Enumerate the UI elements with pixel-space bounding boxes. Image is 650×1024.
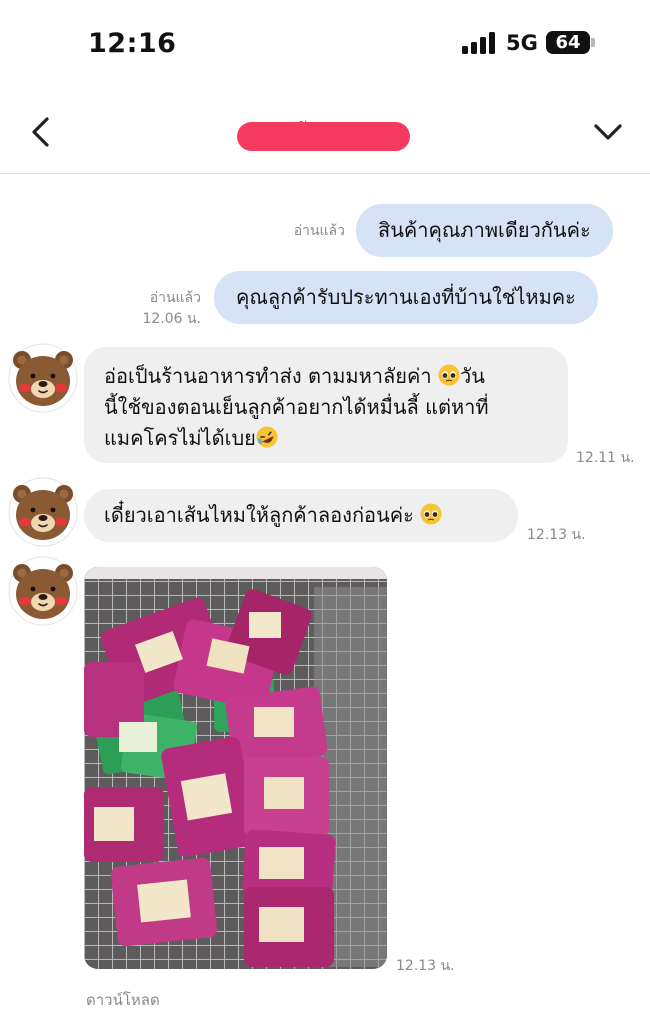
chevron-down-icon — [594, 124, 622, 140]
avatar[interactable] — [8, 556, 78, 626]
message-image[interactable] — [84, 567, 387, 969]
read-receipt: อ่านแล้ว — [293, 223, 345, 239]
chat-menu-button[interactable] — [586, 112, 630, 152]
message-time: 12.13 น. — [527, 527, 586, 543]
message-bubble-incoming[interactable]: อ่อเป็นร้านอาหารทำส่ง ตามมหาลัยค่า วัน น… — [84, 347, 568, 463]
pleading-face-emoji-icon — [420, 503, 443, 525]
battery-nub — [591, 38, 595, 47]
signal-icon — [462, 32, 496, 54]
message-text: เดี๋ยวเอาเส้นไหมให้ลูกค้าลองก่อนค่ะ — [104, 503, 414, 527]
avatar[interactable] — [8, 477, 78, 547]
message-text: แมคโครไม่ได้เบย — [104, 426, 256, 450]
chevron-left-icon — [32, 117, 49, 147]
noodle-cart-photo — [84, 567, 387, 969]
message-text: วัน — [459, 364, 485, 388]
status-bar: 12:16 5G 64 — [0, 0, 650, 90]
pleading-face-emoji-icon — [437, 364, 460, 386]
battery-icon: 64 — [546, 31, 590, 54]
status-time: 12:16 — [88, 28, 177, 59]
message-text: อ่อเป็นร้านอาหารทำส่ง ตามมหาลัยค่า — [104, 364, 432, 388]
message-bubble-outgoing[interactable]: คุณลูกค้ารับประทานเองที่บ้านใช่ไหมคะ — [214, 271, 598, 324]
message-bubble-incoming[interactable]: เดี๋ยวเอาเส้นไหมให้ลูกค้าลองก่อนค่ะ — [84, 489, 518, 542]
back-button[interactable] — [22, 112, 62, 152]
message-time: 12.13 น. — [396, 958, 455, 974]
network-type: 5G — [506, 31, 538, 55]
download-link[interactable]: ดาวน์โหลด — [86, 988, 160, 1012]
message-time: 12.06 น. — [142, 311, 201, 327]
message-bubble-outgoing[interactable]: สินค้าคุณภาพเดียวกันค่ะ — [356, 204, 613, 257]
avatar[interactable] — [8, 343, 78, 413]
message-time: 12.11 น. — [576, 450, 635, 466]
read-receipt: อ่านแล้ว — [149, 290, 201, 306]
rofl-emoji-icon — [255, 426, 278, 448]
message-text: นี้ใช้ของตอนเย็นลูกค้าอยากได้หมื่นลี้ แต… — [104, 395, 489, 419]
chat-header: ตัวแทน — [0, 90, 650, 174]
redaction-bar — [237, 122, 410, 151]
